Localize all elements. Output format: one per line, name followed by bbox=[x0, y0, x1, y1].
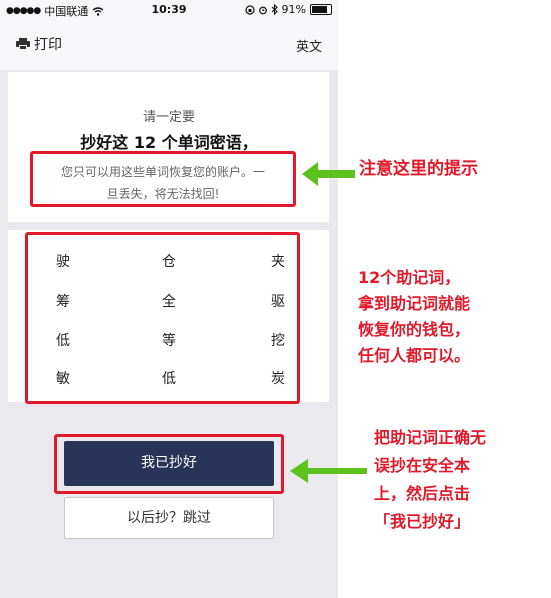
annotation-line: 注意这里的提示 bbox=[359, 159, 478, 179]
annotation-line: 把助记词正确无 bbox=[374, 428, 487, 447]
hint-line: 旦丢失，将无法找回! bbox=[106, 187, 220, 201]
annotation-line: 拿到助记词就能 bbox=[358, 294, 471, 313]
annotation-line: 任何人都可以。 bbox=[358, 346, 471, 365]
skip-later-button[interactable]: 以后抄？跳过 bbox=[64, 497, 274, 539]
mnemonic-word: 敏 bbox=[56, 371, 70, 387]
bluetooth-icon bbox=[271, 4, 278, 15]
mnemonic-word: 驶 bbox=[56, 254, 70, 270]
status-bar: ●●●●● 中国联通 10:39 91% bbox=[0, 0, 338, 20]
battery-percent: 91% bbox=[281, 3, 306, 16]
annotation-line: 恢复你的钱包， bbox=[358, 320, 471, 339]
mnemonic-word: 挖 bbox=[271, 333, 285, 349]
subtitle: 请一定要 bbox=[142, 110, 195, 125]
mnemonic-word: 炭 bbox=[271, 371, 285, 387]
print-button[interactable]: 打印 bbox=[16, 34, 62, 54]
annotation-line: 误抄在安全本 bbox=[374, 456, 471, 475]
mnemonic-word: 低 bbox=[162, 371, 176, 387]
annotation-mnemonic: 12个助记词， 拿到助记词就能 恢复你的钱包， 任何人都可以。 bbox=[358, 265, 470, 369]
mnemonic-word: 仓 bbox=[162, 254, 176, 270]
battery-fill bbox=[312, 6, 327, 13]
annotation-hint: 注意这里的提示 bbox=[359, 157, 478, 181]
mnemonic-word: 等 bbox=[162, 333, 176, 349]
printer-icon bbox=[16, 38, 30, 50]
battery-icon bbox=[310, 4, 332, 15]
arrow-left-icon bbox=[290, 459, 367, 483]
annotation-line: 「我已抄好」 bbox=[374, 512, 471, 531]
nav-bar: 打印 英文 bbox=[0, 20, 338, 70]
hint-highlight-box: 您只可以用这些单词恢复您的账户。一 旦丢失，将无法找回! bbox=[30, 151, 296, 207]
hint-text: 您只可以用这些单词恢复您的账户。一 旦丢失，将无法找回! bbox=[41, 161, 285, 205]
headline: 抄好这 12 个单词密语， bbox=[80, 133, 258, 152]
hint-line: 您只可以用这些单词恢复您的账户。一 bbox=[60, 165, 265, 179]
alarm-icon bbox=[258, 6, 267, 14]
arrow-left-icon bbox=[302, 162, 355, 186]
mnemonic-word: 夹 bbox=[271, 254, 285, 270]
mnemonic-word: 驱 bbox=[271, 294, 285, 310]
rotation-lock-icon bbox=[244, 4, 255, 15]
mnemonic-word: 全 bbox=[162, 294, 176, 310]
annotation-line: 上，然后点击 bbox=[374, 484, 471, 503]
words-highlight-box: 驶 仓 夹 筹 全 驱 低 等 挖 敏 低 炭 bbox=[25, 232, 300, 404]
copied-done-button[interactable]: 我已抄好 bbox=[64, 441, 274, 486]
status-right: 91% bbox=[244, 3, 332, 16]
annotation-copy: 把助记词正确无 误抄在安全本 上，然后点击 「我已抄好」 bbox=[374, 424, 486, 536]
mnemonic-word: 筹 bbox=[56, 294, 70, 310]
mnemonic-word: 低 bbox=[56, 333, 70, 349]
phone-screen: ●●●●● 中国联通 10:39 91% 打印 英文 请一定要 抄好这 12 个… bbox=[0, 0, 338, 598]
language-button[interactable]: 英文 bbox=[296, 36, 322, 55]
print-label: 打印 bbox=[34, 37, 62, 53]
annotation-line: 12个助记词， bbox=[358, 268, 461, 287]
